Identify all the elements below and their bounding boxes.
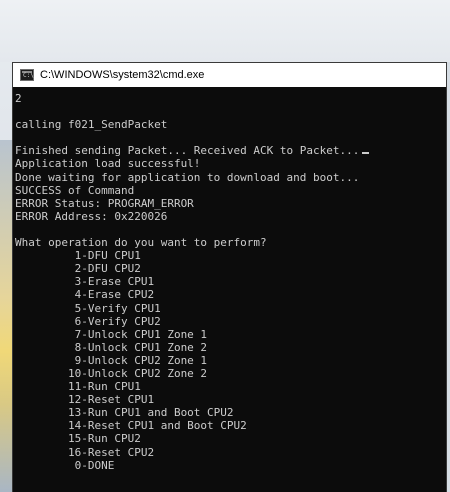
console-line: 2-DFU CPU2 <box>15 262 446 275</box>
console-line-text: 11-Run CPU1 <box>15 380 141 394</box>
window-title: C:\WINDOWS\system32\cmd.exe <box>40 69 205 81</box>
console-line: 8-Unlock CPU1 Zone 2 <box>15 341 446 354</box>
console-line-text: 10-Unlock CPU2 Zone 2 <box>15 366 208 380</box>
console-line: What operation do you want to perform? <box>15 236 446 249</box>
console-line-text: 2 <box>15 92 22 105</box>
console-line: calling f021_SendPacket <box>15 118 446 131</box>
console-line-text: ERROR Address: 0x220026 <box>15 209 168 223</box>
console-line-text: 7-Unlock CPU1 Zone 1 <box>15 327 208 341</box>
console-line-text: 16-Reset CPU2 <box>15 445 155 459</box>
console-line: ERROR Status: PROGRAM_ERROR <box>15 197 446 210</box>
console-line: SUCCESS of Command <box>15 184 446 197</box>
console-line: 13-Run CPU1 and Boot CPU2 <box>15 406 446 419</box>
console-line-text: 6-Verify CPU2 <box>15 314 161 328</box>
console-line: Application load successful! <box>15 157 446 170</box>
console-line: 3-Erase CPU1 <box>15 275 446 288</box>
console-line-text: 2-DFU CPU2 <box>15 262 141 276</box>
console-line-text: 15-Run CPU2 <box>15 432 141 446</box>
console-line-text: calling f021_SendPacket <box>15 118 168 132</box>
console-line: 5-Verify CPU1 <box>15 302 446 315</box>
console-line: 11-Run CPU1 <box>15 380 446 393</box>
console-line-text: 8-Unlock CPU1 Zone 2 <box>15 340 208 354</box>
console-line-text: 1-DFU CPU1 <box>15 249 141 263</box>
title-bar[interactable]: C:\ C:\WINDOWS\system32\cmd.exe <box>13 63 446 87</box>
console-line-text: 0-DONE <box>15 458 115 472</box>
console-line: 6-Verify CPU2 <box>15 315 446 328</box>
desktop-wallpaper-edge <box>0 140 12 492</box>
console-line-text: Done waiting for application to download… <box>15 170 360 184</box>
console-line: 12-Reset CPU1 <box>15 393 446 406</box>
console-line-text: 5-Verify CPU1 <box>15 301 161 315</box>
text-cursor <box>362 152 370 155</box>
console-line-text: Application load successful! <box>15 157 201 171</box>
desktop-background <box>0 0 450 62</box>
console-line: 0-DONE <box>15 459 446 472</box>
console-line-text: 3-Erase CPU1 <box>15 275 155 289</box>
console-line: 10-Unlock CPU2 Zone 2 <box>15 367 446 380</box>
console-line: 1-DFU CPU1 <box>15 249 446 262</box>
console-line: 16-Reset CPU2 <box>15 446 446 459</box>
console-line: Done waiting for application to download… <box>15 171 446 184</box>
console-line-text: 9-Unlock CPU2 Zone 1 <box>15 353 208 367</box>
console-line-text: 14-Reset CPU1 and Boot CPU2 <box>15 419 247 433</box>
console-line-text: ERROR Status: PROGRAM_ERROR <box>15 196 194 210</box>
console-line-text: 13-Run CPU1 and Boot CPU2 <box>15 406 234 420</box>
console-line-text: Finished sending Packet... Received ACK … <box>15 144 360 158</box>
console-line-text: SUCCESS of Command <box>15 183 135 197</box>
cmd-console-icon-label: C:\ <box>23 72 34 79</box>
console-output[interactable]: 2 calling f021_SendPacket Finished sending… <box>13 87 446 492</box>
console-line: Finished sending Packet... Received ACK … <box>15 144 446 157</box>
console-line: 7-Unlock CPU1 Zone 1 <box>15 328 446 341</box>
console-line-text: 4-Erase CPU2 <box>15 288 155 302</box>
console-line: ERROR Address: 0x220026 <box>15 210 446 223</box>
console-line: 4-Erase CPU2 <box>15 288 446 301</box>
console-line: 9-Unlock CPU2 Zone 1 <box>15 354 446 367</box>
console-line: 15-Run CPU2 <box>15 432 446 445</box>
console-line-text: 12-Reset CPU1 <box>15 393 155 407</box>
cmd-window[interactable]: C:\ C:\WINDOWS\system32\cmd.exe 2 calling… <box>12 62 447 492</box>
console-line: 2 <box>15 92 446 105</box>
console-line-text: What operation do you want to perform? <box>15 236 267 250</box>
cmd-console-icon[interactable]: C:\ <box>20 69 34 81</box>
console-line: 14-Reset CPU1 and Boot CPU2 <box>15 419 446 432</box>
